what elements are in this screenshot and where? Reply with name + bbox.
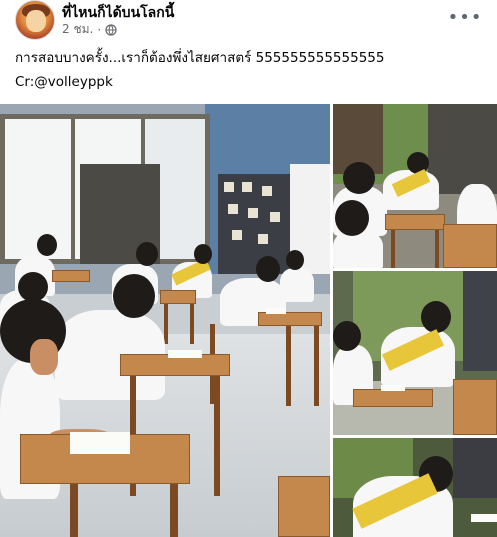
globe-icon — [105, 23, 117, 36]
post-time-link[interactable]: 2 ชม. — [62, 20, 93, 39]
chair — [278, 476, 330, 537]
photo-notice-board — [453, 438, 497, 498]
exam-paper — [168, 350, 202, 358]
desk-leg — [286, 326, 291, 406]
student-head — [37, 234, 57, 256]
more-options-icon: ••• — [447, 6, 483, 28]
photo-bottom-right[interactable] — [333, 438, 497, 537]
desk — [258, 312, 322, 326]
exam-paper — [266, 308, 286, 314]
student-head — [256, 256, 280, 282]
desk-leg — [214, 376, 220, 496]
desk-leg — [435, 230, 439, 268]
desk — [160, 290, 196, 304]
board-note — [258, 234, 268, 244]
photo-notice-board — [218, 174, 293, 274]
board-note — [270, 212, 280, 222]
photo-grid — [0, 104, 497, 537]
post-header: ที่ไหนก็ได้บนโลกนี้ 2 ชม. · ••• — [0, 0, 497, 40]
exam-paper — [70, 432, 130, 454]
desk-leg — [170, 484, 178, 537]
photo-top-right[interactable] — [333, 104, 497, 268]
student-head — [333, 321, 361, 351]
board-note — [232, 230, 242, 240]
desk-leg — [70, 484, 78, 537]
student-head — [113, 274, 155, 318]
post-credit: Cr:@volleyppk — [15, 74, 113, 90]
meta-separator: · — [97, 22, 102, 37]
student-face — [30, 339, 58, 375]
board-note — [224, 182, 234, 192]
desk — [353, 389, 433, 407]
avatar-face — [26, 10, 46, 32]
student-head — [194, 244, 212, 264]
desk-leg — [190, 304, 194, 344]
photo-main[interactable] — [0, 104, 330, 537]
desk — [52, 270, 90, 282]
photo-notice-board — [428, 104, 497, 194]
exam-paper — [471, 514, 497, 522]
student-head — [335, 200, 369, 236]
post-meta: 2 ชม. · — [62, 20, 117, 39]
page-avatar[interactable] — [15, 0, 55, 40]
desk — [385, 214, 445, 230]
desk-leg — [391, 230, 395, 268]
photo-middle-right[interactable] — [333, 271, 497, 435]
board-note — [242, 182, 252, 192]
student-head — [18, 272, 48, 302]
student-head — [136, 242, 158, 266]
student-head — [286, 250, 304, 270]
student-head — [343, 162, 375, 194]
more-options-button[interactable]: ••• — [448, 6, 482, 28]
board-note — [248, 208, 258, 218]
board-note — [262, 186, 272, 196]
desk-leg — [314, 326, 319, 406]
exam-paper — [381, 385, 405, 391]
photo-notice-board — [463, 271, 497, 371]
student-shirt — [333, 230, 383, 268]
desk-leg — [164, 304, 168, 344]
board-note — [228, 204, 238, 214]
chair — [443, 224, 497, 268]
desk — [453, 379, 497, 435]
post-caption: การสอบบางครั้ง...เราก็ต้องพึ่งไสยศาสตร์ … — [15, 50, 385, 66]
